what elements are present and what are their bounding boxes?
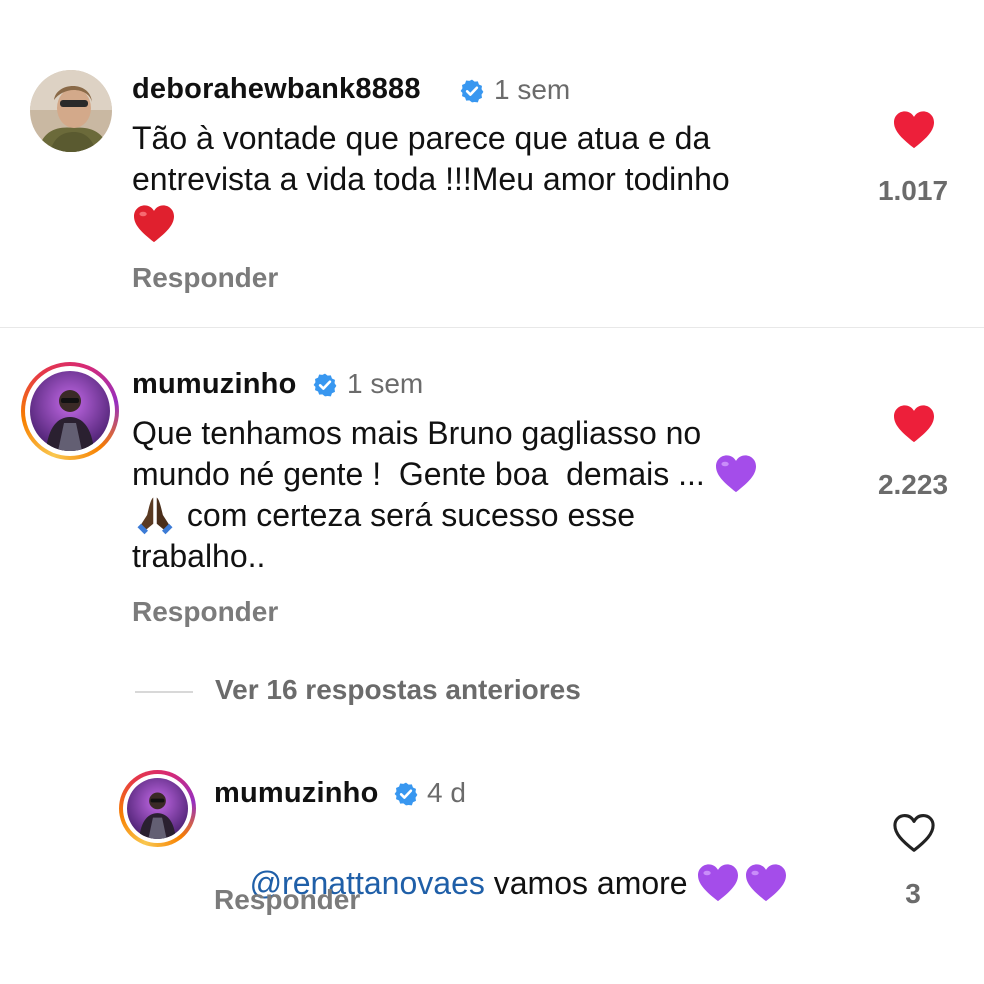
- profile-photo: [30, 371, 110, 451]
- comment-text: Tão à vontade que parece que atua e da e…: [132, 118, 730, 244]
- comment-divider: [0, 327, 984, 328]
- comment-text: Que tenhamos mais Bruno gagliasso no mun…: [132, 413, 758, 577]
- comment-username[interactable]: mumuzinho: [132, 368, 297, 401]
- comment-text-line: com certeza será sucesso esse: [178, 497, 636, 533]
- reply-time: 4 d: [427, 777, 466, 808]
- like-count: 3: [905, 878, 921, 909]
- profile-photo: [30, 70, 112, 152]
- purple-heart-emoji: [696, 863, 740, 903]
- comment-username[interactable]: deborahewbank8888: [132, 73, 421, 106]
- avatar-mumuzinho[interactable]: [127, 778, 188, 839]
- like-count: 1.017: [877, 175, 949, 206]
- avatar-mumuzinho[interactable]: [30, 371, 110, 451]
- heart-outline-icon[interactable]: [892, 813, 936, 853]
- praying-hands-emoji: [132, 494, 178, 536]
- purple-heart-emoji: [744, 863, 788, 903]
- verified-icon: [393, 781, 419, 807]
- comment-text-line: mundo né gente ! Gente boa demais ...: [132, 456, 705, 492]
- verified-icon: [459, 78, 485, 104]
- reply-username[interactable]: mumuzinho: [214, 777, 379, 810]
- comment-text-line: Que tenhamos mais Bruno gagliasso no: [132, 415, 702, 451]
- heart-filled-icon[interactable]: [892, 404, 936, 444]
- heart-filled-icon[interactable]: [892, 110, 936, 150]
- profile-photo: [127, 778, 188, 839]
- verified-icon: [312, 372, 338, 398]
- comment-text-line: Tão à vontade que parece que atua e da: [132, 120, 711, 156]
- reply-button[interactable]: Responder: [132, 262, 278, 294]
- comment-time: 1 sem: [347, 368, 424, 399]
- reply-button[interactable]: Responder: [132, 596, 278, 628]
- comment-text-line: entrevista a vida toda !!!Meu amor todin…: [132, 161, 730, 197]
- replies-divider-line: [135, 691, 193, 693]
- view-replies-button[interactable]: Ver 16 respostas anteriores: [215, 674, 581, 706]
- like-count: 2.223: [877, 469, 949, 500]
- avatar-deborahewbank[interactable]: [30, 70, 112, 152]
- reply-text-body: vamos amore: [484, 865, 697, 901]
- comment-time: 1 sem: [494, 74, 571, 105]
- red-heart-emoji: [132, 204, 176, 244]
- comment-text-line: trabalho..: [132, 538, 266, 574]
- reply-button[interactable]: Responder: [214, 884, 360, 916]
- purple-heart-emoji: [714, 454, 758, 494]
